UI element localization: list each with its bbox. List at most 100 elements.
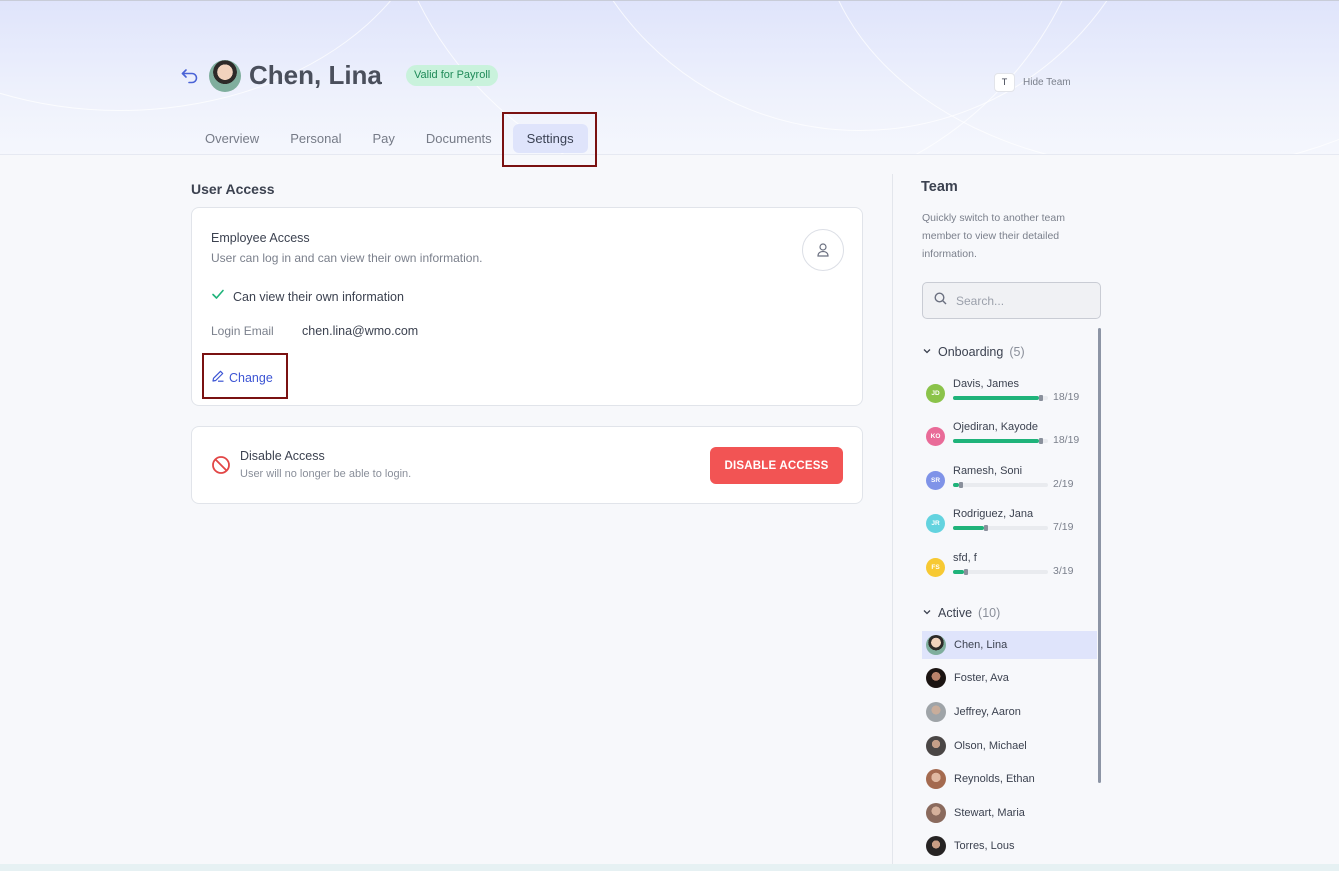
employee-access-card: Employee Access User can log in and can … <box>191 207 863 406</box>
member-name: Torres, Lous <box>954 840 1015 852</box>
chevron-down-icon <box>922 345 932 359</box>
progress-bar <box>953 569 1048 575</box>
back-arrow-icon[interactable] <box>180 66 200 86</box>
member-name: Stewart, Maria <box>954 807 1025 819</box>
onboarding-member[interactable]: JR Rodriguez, Jana 7/19 <box>926 508 1096 548</box>
progress-bar <box>953 395 1048 401</box>
active-member-chen-lina[interactable]: Chen, Lina <box>922 631 1097 659</box>
disable-access-title: Disable Access <box>240 449 325 463</box>
active-group-header[interactable]: Active (10) <box>922 606 1000 620</box>
team-description: Quickly switch to another team member to… <box>922 212 1065 260</box>
disable-access-description: User will no longer be able to login. <box>240 468 412 480</box>
payroll-status-badge: Valid for Payroll <box>406 65 499 86</box>
progress-text: 18/19 <box>1053 391 1080 403</box>
tab-overview[interactable]: Overview <box>195 124 269 153</box>
hide-team-label: Hide Team <box>1023 77 1071 88</box>
member-photo <box>926 668 946 688</box>
active-member-torres-lous[interactable]: Torres, Lous <box>922 832 1097 860</box>
page-bottom-bar <box>0 864 1339 871</box>
member-photo <box>926 803 946 823</box>
onboarding-member[interactable]: SR Ramesh, Soni 2/19 <box>926 465 1096 505</box>
tab-personal[interactable]: Personal <box>280 124 351 153</box>
onboarding-count: (5) <box>1009 345 1025 359</box>
member-photo <box>926 769 946 789</box>
member-photo <box>926 702 946 722</box>
initials-avatar: JD <box>926 384 945 403</box>
active-member-reynolds-ethan[interactable]: Reynolds, Ethan <box>922 765 1097 793</box>
progress-text: 2/19 <box>1053 478 1074 490</box>
progress-text: 7/19 <box>1053 521 1074 533</box>
member-name: Davis, James <box>953 378 1020 390</box>
team-search-input[interactable] <box>956 293 1096 308</box>
change-link-highlight <box>202 353 288 399</box>
employee-name: Chen, Lina <box>249 60 382 90</box>
member-name: sfd, f <box>953 552 977 564</box>
employee-access-title: Employee Access <box>211 231 310 245</box>
employee-avatar <box>209 60 241 92</box>
ban-icon <box>211 455 231 475</box>
progress-fill <box>953 439 1039 443</box>
employee-access-description: User can log in and can view their own i… <box>211 251 483 265</box>
header-divider <box>0 154 1339 155</box>
member-name: Jeffrey, Aaron <box>954 706 1021 718</box>
settings-tab-highlight <box>502 112 597 167</box>
hide-team-toggle[interactable]: T Hide Team <box>994 73 1071 92</box>
login-email-label: Login Email <box>211 324 274 338</box>
onboarding-member[interactable]: KO Ojediran, Kayode 18/19 <box>926 421 1096 461</box>
disable-access-button[interactable]: DISABLE ACCESS <box>710 447 843 484</box>
progress-knob <box>1039 438 1043 444</box>
onboarding-group-header[interactable]: Onboarding (5) <box>922 345 1025 359</box>
progress-knob <box>964 569 968 575</box>
section-title-user-access: User Access <box>191 181 275 197</box>
member-name: Ramesh, Soni <box>953 465 1023 477</box>
member-name: Foster, Ava <box>954 672 1009 684</box>
login-email-value: chen.lina@wmo.com <box>302 324 419 338</box>
initials-avatar: JR <box>926 514 945 533</box>
initials-avatar: FS <box>926 558 945 577</box>
tab-documents[interactable]: Documents <box>416 124 502 153</box>
initials-avatar: KO <box>926 427 945 446</box>
progress-knob <box>1039 395 1043 401</box>
check-icon <box>211 287 225 306</box>
progress-bar <box>953 482 1048 488</box>
tab-pay[interactable]: Pay <box>363 124 405 153</box>
search-icon <box>934 291 947 310</box>
member-name: Rodriguez, Jana <box>953 508 1034 520</box>
progress-knob <box>984 525 988 531</box>
progress-fill <box>953 570 964 574</box>
progress-text: 18/19 <box>1053 434 1080 446</box>
active-member-foster-ava[interactable]: Foster, Ava <box>922 664 1097 692</box>
onboarding-member[interactable]: JD Davis, James 18/19 <box>926 378 1096 418</box>
onboarding-member[interactable]: FS sfd, f 3/19 <box>926 552 1096 592</box>
active-member-jeffrey-aaron[interactable]: Jeffrey, Aaron <box>922 698 1097 726</box>
progress-fill <box>953 396 1039 400</box>
member-photo <box>926 635 946 655</box>
user-icon <box>802 229 844 271</box>
member-photo <box>926 836 946 856</box>
team-panel-divider <box>892 174 893 864</box>
chevron-down-icon <box>922 606 932 620</box>
team-list-scrollbar[interactable] <box>1098 328 1101 783</box>
progress-knob <box>959 482 963 488</box>
onboarding-label: Onboarding <box>938 345 1004 359</box>
active-member-olson-michael[interactable]: Olson, Michael <box>922 732 1097 760</box>
progress-bar <box>953 438 1048 444</box>
disable-access-card: Disable Access User will no longer be ab… <box>191 426 863 504</box>
team-search-box[interactable] <box>922 282 1101 319</box>
progress-bar <box>953 525 1048 531</box>
active-label: Active <box>938 606 973 620</box>
progress-text: 3/19 <box>1053 565 1074 577</box>
keyboard-shortcut-key: T <box>994 73 1015 92</box>
member-photo <box>926 736 946 756</box>
member-name: Chen, Lina <box>954 639 1008 651</box>
member-name: Reynolds, Ethan <box>954 773 1035 785</box>
team-title: Team <box>921 179 958 195</box>
progress-fill <box>953 526 984 530</box>
initials-avatar: SR <box>926 471 945 490</box>
member-name: Ojediran, Kayode <box>953 421 1038 433</box>
active-count: (10) <box>978 606 1001 620</box>
permission-row: Can view their own information <box>211 287 404 306</box>
active-member-stewart-maria[interactable]: Stewart, Maria <box>922 799 1097 827</box>
permission-text: Can view their own information <box>233 289 404 304</box>
member-name: Olson, Michael <box>954 740 1027 752</box>
